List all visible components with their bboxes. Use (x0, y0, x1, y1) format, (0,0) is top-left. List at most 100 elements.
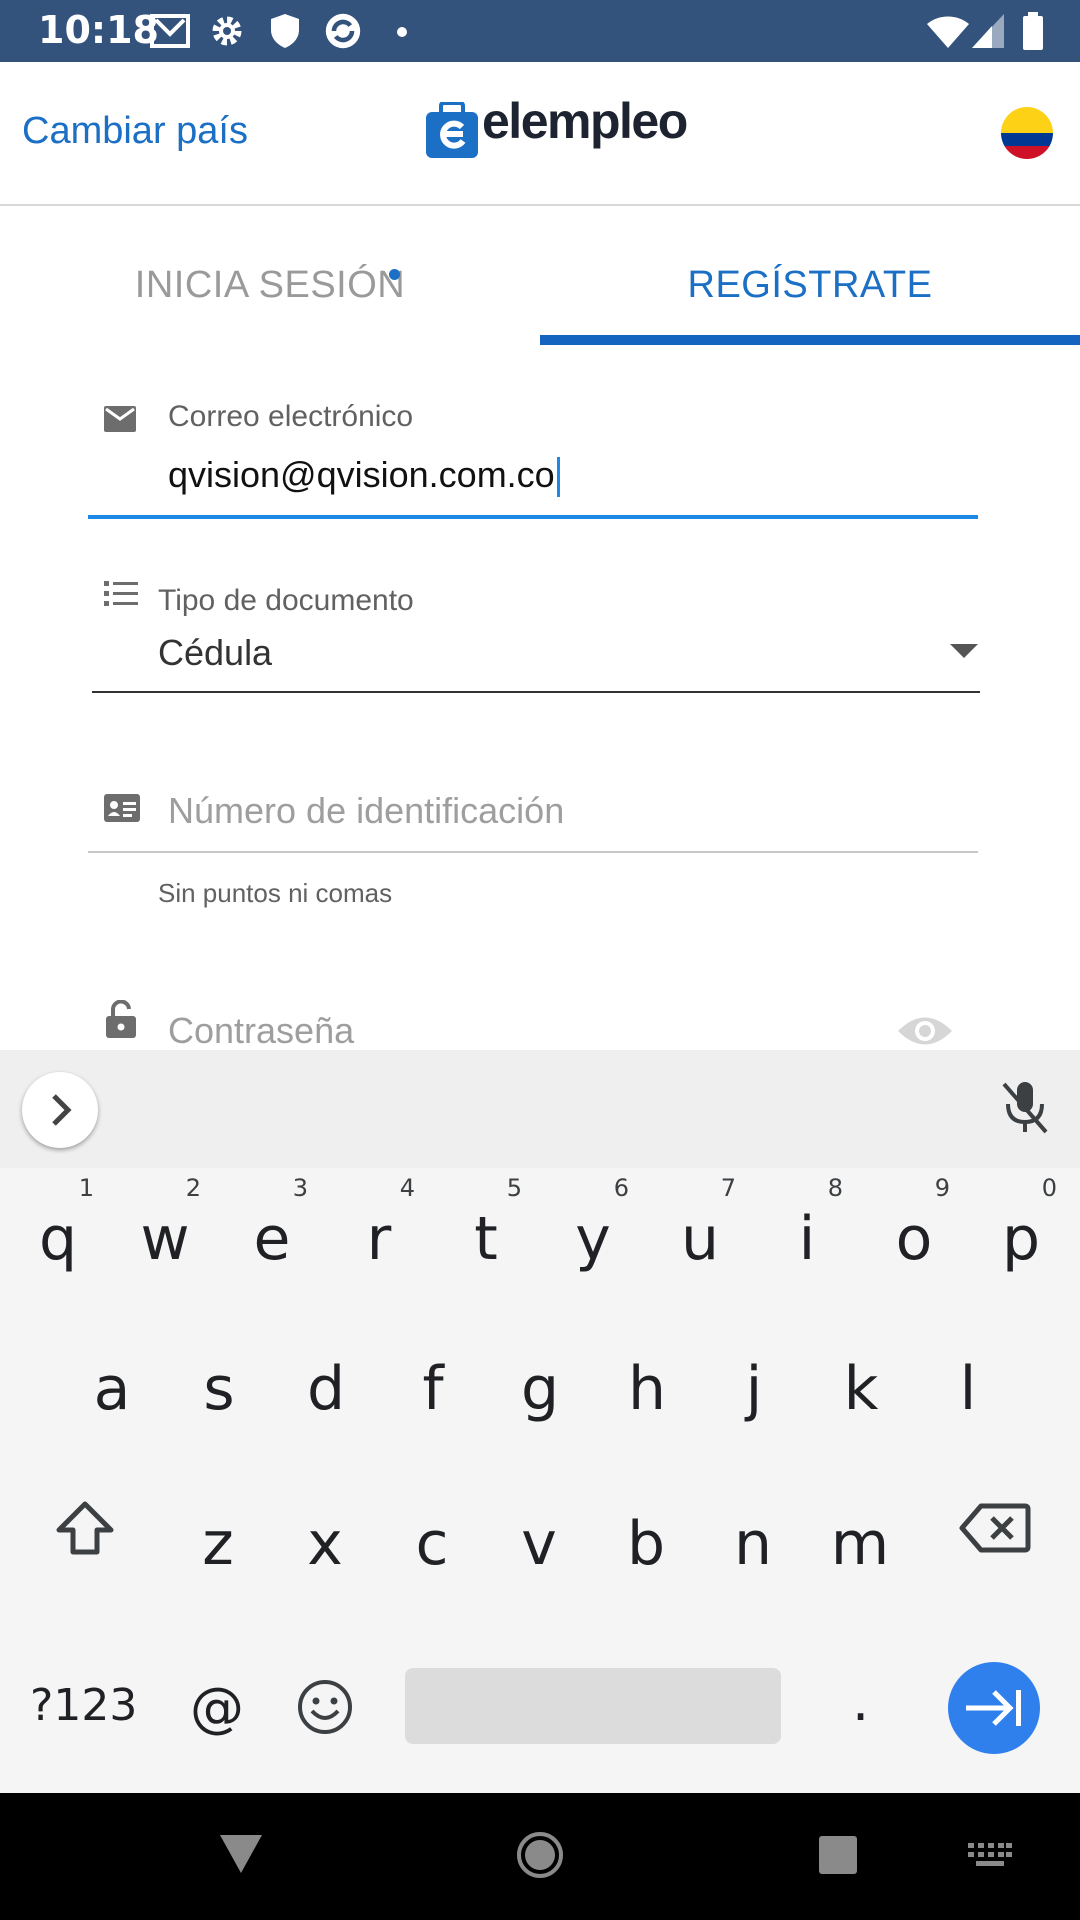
password-input[interactable]: Contraseña (168, 1010, 354, 1052)
shift-icon (56, 1501, 114, 1555)
document-type-select[interactable]: Cédula (158, 632, 272, 674)
key-e[interactable]: 3e (222, 1174, 322, 1300)
eye-icon[interactable] (896, 1012, 954, 1050)
key-label: l (959, 1354, 977, 1424)
key-y[interactable]: 6y (543, 1174, 643, 1300)
key-label: g (520, 1354, 560, 1424)
key-t[interactable]: 5t (436, 1174, 536, 1300)
shift-key[interactable] (35, 1490, 135, 1610)
mic-off-icon[interactable] (1000, 1080, 1050, 1136)
key-label: f (422, 1354, 444, 1424)
gmail-icon (150, 14, 190, 48)
settings-icon (212, 16, 242, 46)
key-f[interactable]: f (383, 1330, 483, 1450)
id-number-helper: Sin puntos ni comas (158, 878, 393, 908)
tab-login[interactable]: INICIA SESIÓN (0, 238, 540, 348)
backspace-icon (959, 1503, 1031, 1553)
tab-notification-dot (389, 269, 400, 280)
key-hint: 5 (506, 1174, 522, 1202)
logo-text: elempleo (482, 93, 688, 149)
recents-icon[interactable] (818, 1835, 858, 1875)
key-w[interactable]: 2w (115, 1174, 215, 1300)
key-m[interactable]: m (810, 1485, 910, 1605)
key-n[interactable]: n (703, 1485, 803, 1605)
key-i[interactable]: 8i (757, 1174, 857, 1300)
key-hint: 8 (827, 1174, 843, 1202)
key-g[interactable]: g (490, 1330, 590, 1450)
key-u[interactable]: 7u (650, 1174, 750, 1300)
key-hint: 4 (399, 1174, 415, 1202)
change-country-link[interactable]: Cambiar país (22, 110, 248, 153)
app-header: Cambiar país elempleo (0, 62, 1080, 206)
home-icon[interactable] (516, 1831, 564, 1879)
active-tab-indicator (540, 335, 1080, 345)
key-hint: 9 (934, 1174, 950, 1202)
key-label: x (307, 1509, 343, 1579)
key-k[interactable]: k (811, 1330, 911, 1450)
signal-icon (972, 14, 1004, 48)
key-label: o (895, 1204, 933, 1274)
backspace-key[interactable] (945, 1490, 1045, 1610)
key-o[interactable]: 9o (864, 1174, 964, 1300)
soft-keyboard: 1q 2w 3e 4r 5t 6y 7u 8i 9o 0p a s d f g … (0, 1050, 1080, 1793)
key-z[interactable]: z (168, 1485, 268, 1605)
key-b[interactable]: b (596, 1485, 696, 1605)
key-hint: 6 (613, 1174, 629, 1202)
period-key[interactable]: . (852, 1670, 869, 1733)
enter-key[interactable] (948, 1662, 1040, 1754)
battery-icon (1023, 12, 1043, 50)
key-a[interactable]: a (62, 1330, 162, 1450)
key-label: p (1001, 1204, 1041, 1274)
key-label: z (202, 1509, 234, 1579)
key-r[interactable]: 4r (329, 1174, 429, 1300)
key-label: s (203, 1354, 235, 1424)
text-cursor (556, 457, 560, 498)
email-underline (88, 515, 978, 519)
key-label: w (140, 1204, 190, 1274)
keyboard-expand-button[interactable] (22, 1072, 98, 1148)
email-label: Correo electrónico (168, 400, 414, 433)
key-label: d (306, 1354, 346, 1424)
chevron-down-icon[interactable] (950, 644, 978, 658)
at-key[interactable]: @ (190, 1676, 244, 1739)
key-label: u (680, 1204, 720, 1274)
key-label: h (627, 1354, 667, 1424)
space-key[interactable] (405, 1668, 781, 1744)
emoji-icon[interactable] (296, 1678, 354, 1736)
key-label: y (575, 1204, 611, 1274)
key-q[interactable]: 1q (8, 1174, 108, 1300)
key-h[interactable]: h (597, 1330, 697, 1450)
key-d[interactable]: d (276, 1330, 376, 1450)
status-time: 10:18 (38, 8, 159, 52)
tab-register[interactable]: REGÍSTRATE (540, 238, 1080, 348)
key-j[interactable]: j (704, 1330, 804, 1450)
notification-dot-icon (397, 27, 407, 37)
id-card-icon (104, 794, 140, 822)
screen: 10:18 Cambiar país elempleo INICIA SESIÓ… (0, 0, 1080, 1920)
symbols-key[interactable]: ?123 (30, 1680, 137, 1731)
back-icon[interactable] (218, 1833, 264, 1875)
key-c[interactable]: c (382, 1485, 482, 1605)
key-label: r (366, 1204, 392, 1274)
key-v[interactable]: v (489, 1485, 589, 1605)
key-label: t (474, 1204, 498, 1274)
key-label: j (745, 1354, 763, 1424)
email-field[interactable]: qvision@qvision.com.co (168, 454, 560, 498)
key-hint: 7 (720, 1174, 736, 1202)
key-p[interactable]: 0p (971, 1174, 1071, 1300)
next-arrow-icon (966, 1690, 1021, 1726)
id-number-input[interactable]: Número de identificación (168, 790, 564, 832)
key-hint: 2 (185, 1174, 201, 1202)
system-nav-bar (0, 1793, 1080, 1920)
key-x[interactable]: x (275, 1485, 375, 1605)
sync-icon (325, 13, 361, 49)
key-label: b (626, 1509, 666, 1579)
key-label: e (253, 1204, 291, 1274)
key-l[interactable]: l (918, 1330, 1018, 1450)
key-label: c (415, 1509, 449, 1579)
keyboard-switch-icon[interactable] (968, 1843, 1012, 1869)
key-s[interactable]: s (169, 1330, 269, 1450)
key-hint: 3 (292, 1174, 308, 1202)
keyboard-toolbar (0, 1050, 1080, 1168)
colombia-flag-icon[interactable] (1001, 107, 1053, 159)
